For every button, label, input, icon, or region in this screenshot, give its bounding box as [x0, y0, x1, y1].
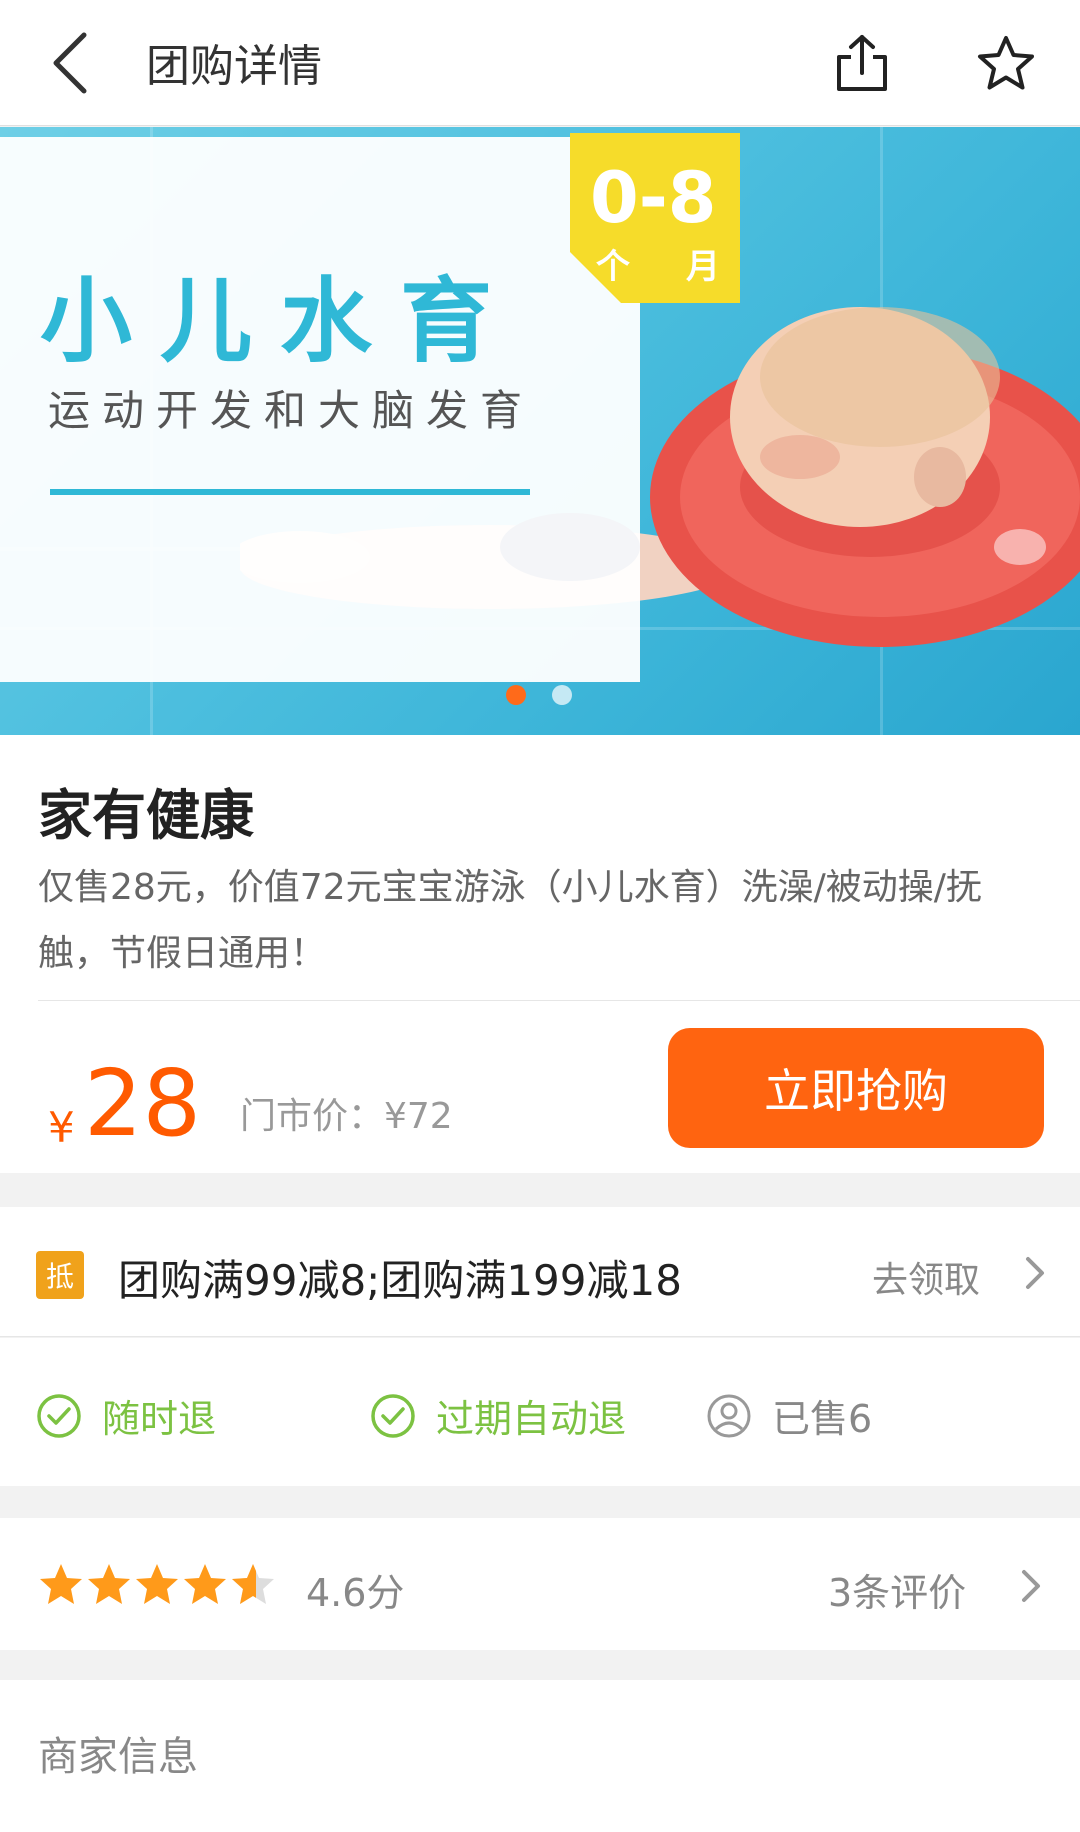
- chevron-left-icon: [53, 32, 87, 94]
- auto-refund-item: 过期自动退: [370, 1388, 626, 1443]
- star-outline-icon: [978, 36, 1034, 90]
- coupon-row[interactable]: 抵 团购满99减8;团购满199减18 去领取: [0, 1207, 1080, 1337]
- star-filled-icon: [88, 1564, 130, 1604]
- star-filled-icon: [40, 1564, 82, 1604]
- share-icon: [837, 35, 887, 91]
- sold-count-label: 已售6: [772, 1397, 873, 1441]
- guarantee-row: 随时退 过期自动退 已售6: [0, 1338, 1080, 1486]
- age-unit: 月: [686, 247, 720, 287]
- check-circle-icon: [37, 1393, 81, 1438]
- carousel-dot-active[interactable]: [506, 685, 526, 705]
- coupon-badge: 抵: [36, 1251, 84, 1299]
- review-count-link[interactable]: 3条评价: [828, 1562, 966, 1617]
- chevron-right-icon: [1026, 1257, 1044, 1289]
- age-unit: 个: [596, 247, 630, 287]
- merchant-name: 家有健康: [38, 784, 254, 847]
- banner-title: 小儿水育: [40, 268, 521, 375]
- carousel-dot[interactable]: [552, 685, 572, 705]
- sold-count-item: 已售6: [706, 1388, 872, 1443]
- price-currency: ¥: [48, 1103, 75, 1152]
- banner-text-panel: 小儿水育 运动开发和大脑发育: [0, 137, 640, 682]
- section-title: 商家信息: [38, 1734, 198, 1780]
- refund-anytime-label: 随时退: [102, 1397, 217, 1441]
- star-rating: [38, 1562, 278, 1608]
- market-price: 门市价：¥72: [240, 1096, 453, 1137]
- claim-coupon-link[interactable]: 去领取: [872, 1251, 980, 1303]
- chevron-right-icon: [1022, 1570, 1040, 1602]
- share-button[interactable]: [826, 20, 898, 106]
- back-button[interactable]: [30, 20, 110, 106]
- star-filled-icon: [184, 1564, 226, 1604]
- star-filled-icon: [136, 1564, 178, 1604]
- age-range: 0-8: [590, 157, 717, 239]
- banner-subtitle: 运动开发和大脑发育: [48, 386, 535, 435]
- product-description: 仅售28元，价值72元宝宝游泳（小儿水育）洗澡/被动操/抚触，节假日通用！: [38, 867, 982, 974]
- price-value: 28: [84, 1050, 202, 1157]
- user-circle-icon: [707, 1394, 751, 1437]
- banner-underline: [50, 489, 530, 495]
- check-circle-icon: [371, 1393, 415, 1438]
- buy-now-button[interactable]: 立即抢购: [668, 1028, 1044, 1148]
- banner-carousel[interactable]: 小儿水育 运动开发和大脑发育 0-8 个 月: [0, 127, 1080, 735]
- favorite-button[interactable]: [970, 20, 1042, 106]
- rating-row[interactable]: 4.6分 3条评价: [0, 1518, 1080, 1650]
- product-info: 家有健康 仅售28元，价值72元宝宝游泳（小儿水育）洗澡/被动操/抚触，节假日通…: [0, 735, 1080, 1173]
- merchant-info-section: 商家信息: [0, 1680, 1080, 1832]
- rating-score: 4.6分: [306, 1571, 405, 1615]
- refund-anytime-item: 随时退: [36, 1388, 216, 1443]
- page-title: 团购详情: [146, 41, 322, 92]
- star-half-icon: [232, 1564, 274, 1604]
- auto-refund-label: 过期自动退: [436, 1397, 627, 1441]
- coupon-text: 团购满99减8;团购满199减18: [118, 1256, 682, 1305]
- divider: [38, 1000, 1080, 1001]
- top-bar: 团购详情: [0, 0, 1080, 126]
- carousel-indicator: [0, 685, 1080, 705]
